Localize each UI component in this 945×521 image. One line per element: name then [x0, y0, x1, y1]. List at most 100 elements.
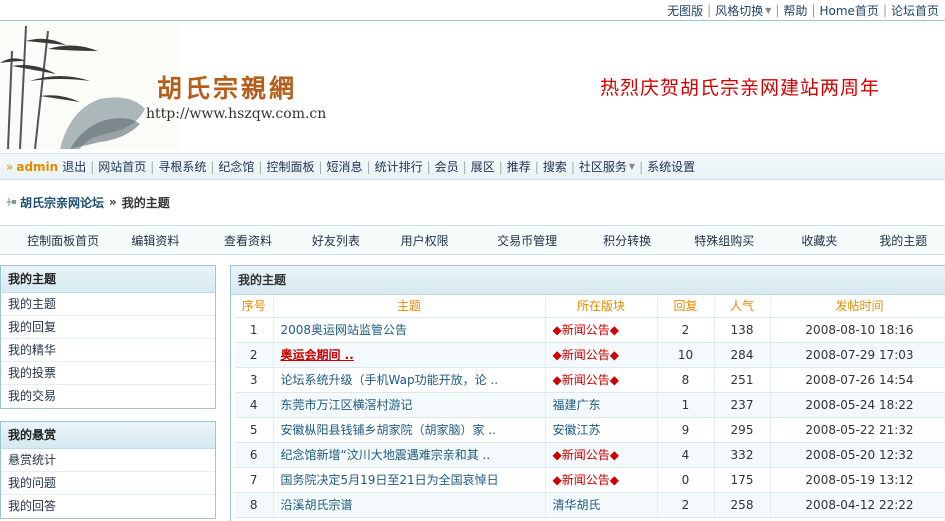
separator: |: [775, 3, 780, 17]
forum-link[interactable]: ◆新闻公告◆: [545, 317, 658, 343]
view-count: 332: [714, 442, 771, 468]
forum-link[interactable]: 清华胡氏: [545, 492, 658, 518]
topic-title-link[interactable]: 纪念馆新增“汶川大地震遇难宗亲和其 ..: [273, 442, 546, 468]
separator: |: [882, 3, 887, 17]
table-row: 6 纪念馆新增“汶川大地震遇难宗亲和其 .. ◆新闻公告◆ 4 332 2008-05-2…: [235, 442, 945, 468]
sidebar-my-topics-box: 我的主题 我的主题 我的回复 我的精华 我的投票 我的交易: [0, 265, 216, 409]
separator: |: [366, 159, 371, 174]
control-panel-tab[interactable]: 我的主题: [862, 232, 945, 249]
nav-link[interactable]: 退出: [62, 158, 86, 175]
column-header: 主题: [273, 295, 546, 318]
view-count: 295: [714, 417, 771, 443]
post-time: 2008-05-22 21:32: [770, 417, 945, 443]
forum-link[interactable]: ◆新闻公告◆: [545, 342, 658, 368]
row-number: 4: [235, 392, 274, 418]
separator: |: [258, 159, 263, 174]
control-panel-tab[interactable]: 收藏夹: [777, 232, 861, 249]
topic-title-link[interactable]: 安徽枞阳县钱铺乡胡家院（胡家脑）家 ..: [273, 417, 546, 443]
row-number: 8: [235, 492, 274, 518]
sidebar-box-list: 我的主题 我的回复 我的精华 我的投票 我的交易: [1, 293, 215, 408]
sidebar-box-title: 我的主题: [1, 266, 215, 293]
sidebar-item[interactable]: 我的交易: [1, 385, 215, 408]
reply-count: 10: [657, 342, 715, 368]
column-header: 发帖时间: [770, 295, 945, 318]
top-link[interactable]: 风格切换: [715, 2, 763, 19]
sidebar-box-list: 悬赏统计 我的问题 我的回答: [1, 449, 215, 518]
control-panel-tab[interactable]: 交易币管理: [471, 232, 583, 249]
topic-title-link[interactable]: 东莞市万江区横滘村游记: [273, 392, 546, 418]
sidebar-item[interactable]: 我的回复: [1, 316, 215, 339]
topic-title-link[interactable]: 奥运会期间 ..: [273, 342, 546, 368]
nav-link[interactable]: 社区服务: [579, 158, 627, 175]
nav-link[interactable]: 系统设置: [647, 158, 695, 175]
breadcrumb-forum-link[interactable]: 胡氏宗亲网论坛: [20, 194, 104, 211]
sidebar-item[interactable]: 我的精华: [1, 339, 215, 362]
separator: |: [426, 159, 431, 174]
post-time: 2008-05-24 18:22: [770, 392, 945, 418]
nav-link[interactable]: 展区: [471, 158, 495, 175]
top-link[interactable]: 无图版: [667, 2, 703, 19]
column-header: 人气: [714, 295, 771, 318]
sidebar-box-title: 我的悬赏: [1, 422, 215, 449]
table-row: 8 沿溪胡氏宗谱 清华胡氏 2 258 2008-04-12 22:22: [235, 492, 945, 518]
nav-link[interactable]: 短消息: [327, 158, 363, 175]
separator: |: [210, 159, 215, 174]
forum-link[interactable]: ◆新闻公告◆: [545, 367, 658, 393]
post-time: 2008-07-26 14:54: [770, 367, 945, 393]
nav-link[interactable]: 网站首页: [98, 158, 146, 175]
nav-link[interactable]: 会员: [435, 158, 459, 175]
separator: |: [639, 159, 644, 174]
reply-count: 4: [657, 442, 715, 468]
forum-link[interactable]: ◆新闻公告◆: [545, 442, 658, 468]
post-time: 2008-05-19 13:12: [770, 467, 945, 493]
topic-title-link[interactable]: 国务院决定5月19日至21日为全国哀悼日: [273, 467, 546, 493]
nav-link[interactable]: 控制面板: [266, 158, 314, 175]
topic-title-link[interactable]: 沿溪胡氏宗谱: [273, 492, 546, 518]
top-links: 无图版 | 风格切换 ▼ | 帮助 | Home首页 | 论坛首页: [667, 0, 945, 20]
control-panel-tab[interactable]: 控制面板首页: [18, 232, 108, 249]
sidebar-item[interactable]: 我的问题: [1, 472, 215, 495]
top-link[interactable]: Home首页: [819, 2, 878, 19]
control-panel-tab[interactable]: 特殊组购买: [671, 232, 777, 249]
top-link[interactable]: 论坛首页: [891, 2, 939, 19]
reply-count: 1: [657, 392, 715, 418]
site-name: 胡氏宗親網: [157, 74, 298, 103]
control-panel-tab[interactable]: 用户权限: [378, 232, 471, 249]
my-topics-panel: 我的主题 序号 主题 所在版块 回复 人气 发帖时间 1 2008奥运网站监管公告 ◆新闻公告…: [230, 265, 945, 521]
main-nav-items: 退出 | 网站首页 | 寻根系统 | 纪念馆 | 控制面板 | 短消息 | 统计排行 | 会员 | 展区 | 推荐 |…: [62, 158, 695, 175]
control-panel-tab[interactable]: 好友列表: [294, 232, 378, 249]
sidebar-item[interactable]: 我的主题: [1, 293, 215, 316]
post-time: 2008-07-29 17:03: [770, 342, 945, 368]
forum-link[interactable]: 福建广东: [545, 392, 658, 418]
sidebar-item[interactable]: 我的投票: [1, 362, 215, 385]
separator: |: [570, 159, 575, 174]
nav-link[interactable]: 纪念馆: [218, 158, 254, 175]
nav-link[interactable]: 寻根系统: [158, 158, 206, 175]
row-number: 2: [235, 342, 274, 368]
forum-link[interactable]: ◆新闻公告◆: [545, 467, 658, 493]
username-link[interactable]: admin: [16, 160, 58, 174]
nav-link[interactable]: 搜索: [543, 158, 567, 175]
row-number: 6: [235, 442, 274, 468]
control-panel-tab[interactable]: 积分转换: [583, 232, 671, 249]
table-header-row: 序号 主题 所在版块 回复 人气 发帖时间: [235, 295, 945, 318]
sidebar-item[interactable]: 我的回答: [1, 495, 215, 518]
control-panel-tab[interactable]: 查看资料: [202, 232, 293, 249]
table-row: 5 安徽枞阳县钱铺乡胡家院（胡家脑）家 .. 安徽江苏 9 295 2008-05-22 …: [235, 417, 945, 443]
sidebar-item[interactable]: 悬赏统计: [1, 449, 215, 472]
sidebar-my-rewards-box: 我的悬赏 悬赏统计 我的问题 我的回答: [0, 421, 216, 519]
nav-link[interactable]: 推荐: [507, 158, 531, 175]
nav-link[interactable]: 统计排行: [375, 158, 423, 175]
control-panel-tab[interactable]: 编辑资料: [108, 232, 202, 249]
reply-count: 9: [657, 417, 715, 443]
reply-count: 2: [657, 492, 715, 518]
separator: |: [707, 3, 712, 17]
post-time: 2008-05-20 12:32: [770, 442, 945, 468]
topic-title-link[interactable]: 论坛系统升级（手机Wap功能开放，论 ..: [273, 367, 546, 393]
top-link[interactable]: 帮助: [783, 2, 807, 19]
table-row: 1 2008奥运网站监管公告 ◆新闻公告◆ 2 138 2008-08-10 18:16: [235, 317, 945, 343]
topic-title-link[interactable]: 2008奥运网站监管公告: [273, 317, 546, 343]
table-row: 3 论坛系统升级（手机Wap功能开放，论 .. ◆新闻公告◆ 8 251 2008-07-…: [235, 367, 945, 393]
forum-link[interactable]: 安徽江苏: [545, 417, 658, 443]
breadcrumb: 胡氏宗亲网论坛 » 我的主题: [4, 193, 170, 211]
